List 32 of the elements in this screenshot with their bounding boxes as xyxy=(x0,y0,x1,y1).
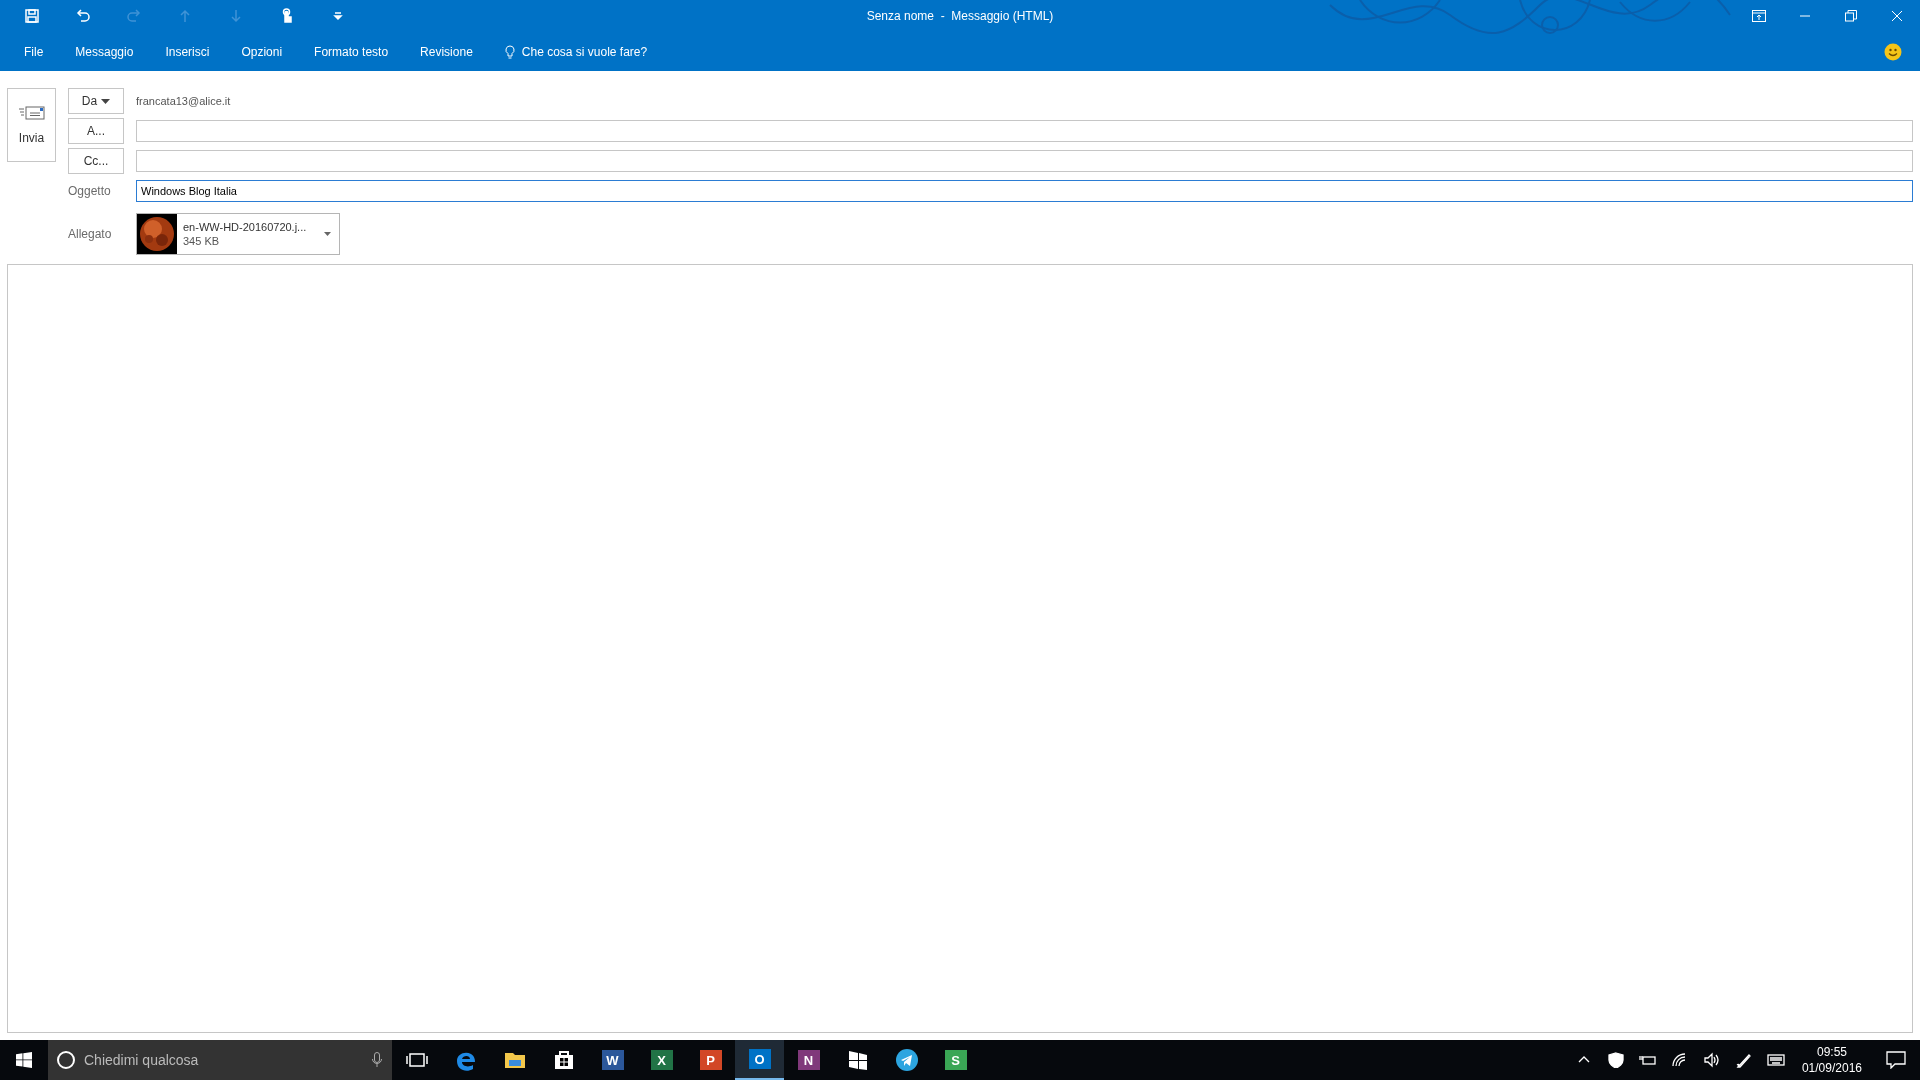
clock-date[interactable]: 01/09/2016 xyxy=(1801,1061,1862,1075)
lightbulb-icon xyxy=(504,44,515,59)
microphone-icon[interactable] xyxy=(372,1052,382,1068)
attachment-label: Allegato xyxy=(68,227,113,241)
cc-button[interactable]: Cc... xyxy=(68,148,124,174)
attachment-chip[interactable]: en-WW-HD-20160720.j... 345 KB xyxy=(136,213,340,255)
cc-field[interactable] xyxy=(136,150,1913,172)
tell-me-field[interactable]: Che cosa si vuole fare? xyxy=(504,44,648,59)
ribbon-tab[interactable]: File xyxy=(24,40,44,63)
send-button[interactable]: Invia xyxy=(7,88,56,162)
app-icon[interactable]: O xyxy=(735,1040,784,1080)
window-title: Senza nome - Messaggio (HTML) xyxy=(866,9,1054,23)
from-address: francata13@alice.it xyxy=(136,95,231,107)
ribbon-tab[interactable]: Opzioni xyxy=(241,40,283,63)
attachment-name: en-WW-HD-20160720.j... xyxy=(183,221,308,233)
subject-label: Oggetto xyxy=(68,184,112,198)
envelope-icon xyxy=(17,105,46,121)
dropdown-icon[interactable] xyxy=(324,232,331,236)
to-button[interactable]: A... xyxy=(68,118,124,144)
attachment-size: 345 KB xyxy=(183,235,221,247)
from-button[interactable]: Da xyxy=(68,88,124,114)
ribbon-tab[interactable]: Revisione xyxy=(420,40,473,63)
smiley-icon[interactable] xyxy=(1884,42,1902,61)
caret-icon xyxy=(101,98,111,104)
subject-field[interactable]: Windows Blog Italia xyxy=(136,180,1913,202)
ribbon-tab[interactable]: Inserisci xyxy=(165,40,210,63)
search-field[interactable]: Chiedimi qualcosa xyxy=(48,1040,392,1080)
to-field[interactable] xyxy=(136,120,1913,142)
ribbon-tab[interactable]: Formato testo xyxy=(314,40,389,63)
cortana-icon xyxy=(56,1050,76,1070)
ribbon-tab[interactable]: Messaggio xyxy=(75,40,134,63)
clock-time[interactable]: 09:55 xyxy=(1816,1045,1847,1059)
